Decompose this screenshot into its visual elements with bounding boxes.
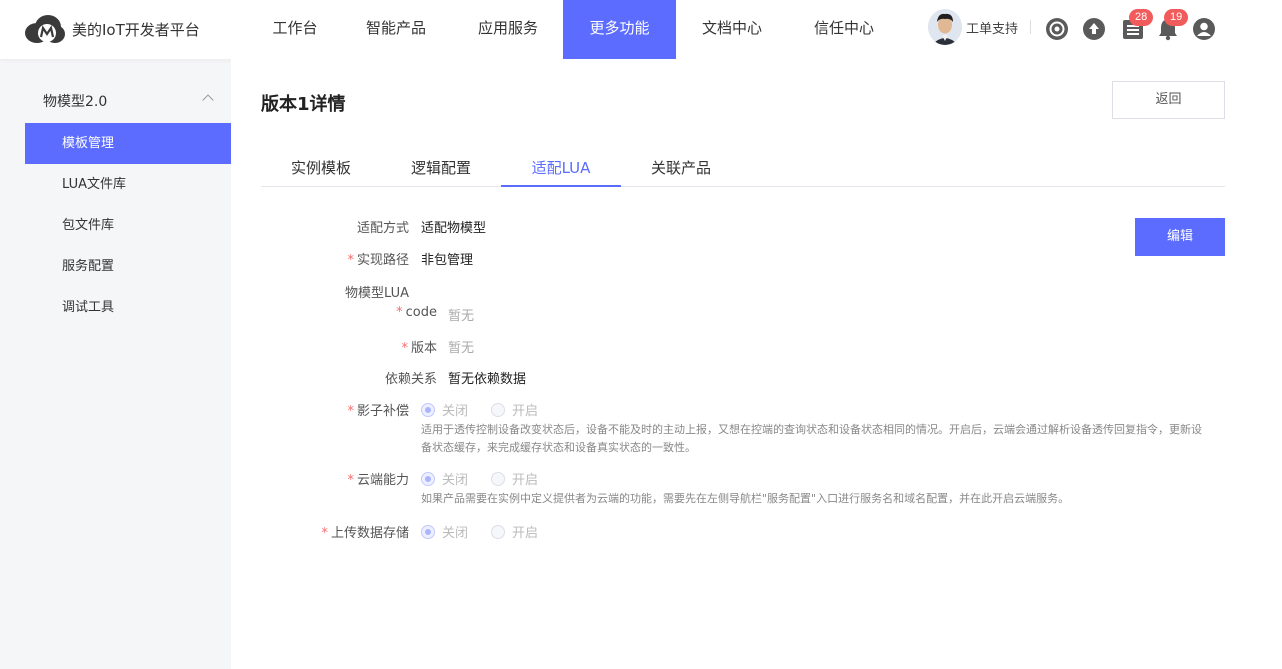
- main-content: 版本1详情 返回 实例模板 逻辑配置 适配LUA 关联产品 编辑 适配方式 适配…: [231, 59, 1282, 669]
- sidebar-item-lua-library[interactable]: LUA文件库: [25, 164, 231, 205]
- notifications-badge: 19: [1164, 9, 1189, 26]
- field-code: * code 暂无: [231, 305, 1131, 324]
- shadow-hint-line-1: 适用于透传控制设备改变状态后，设备不能及时的主动上报，又想在控端的查询状态和设备…: [421, 423, 1202, 436]
- shadow-label: * 影子补偿: [347, 404, 409, 419]
- dependency-value: 暂无依赖数据: [448, 372, 527, 387]
- upload-on-label: 开启: [512, 526, 539, 541]
- shadow-on-radio[interactable]: 开启: [491, 400, 538, 419]
- cloud-label: * 云端能力: [347, 473, 409, 488]
- cloud-on-radio[interactable]: 开启: [491, 469, 538, 488]
- edit-button[interactable]: 编辑: [1135, 218, 1225, 256]
- cloud-hint: 如果产品需要在实例中定义提供者为云端的功能，需要先在左侧导航栏"服务配置"入口进…: [421, 492, 1070, 505]
- nav-app-services[interactable]: 应用服务: [453, 0, 563, 59]
- cloud-off-radio[interactable]: 关闭: [421, 469, 468, 488]
- divider: [1030, 20, 1032, 34]
- nav-trust-center[interactable]: 信任中心: [788, 0, 900, 59]
- support-label: 工单支持: [966, 21, 1019, 37]
- platform-logo[interactable]: 美的IoT开发者平台: [24, 12, 200, 46]
- tab-instance-template[interactable]: 实例模板: [261, 154, 381, 187]
- adapt-mode-label: 适配方式: [356, 221, 409, 236]
- tab-adapt-lua[interactable]: 适配LUA: [501, 154, 621, 187]
- version-label: * 版本: [401, 341, 437, 356]
- version-value: 暂无: [448, 341, 475, 356]
- shadow-off-label: 关闭: [442, 404, 469, 419]
- radio-checked-icon: [421, 471, 435, 486]
- detail-tabs: 实例模板 逻辑配置 适配LUA 关联产品: [261, 154, 1225, 187]
- field-impl-path: * 实现路径 非包管理: [231, 249, 1131, 268]
- sidebar-group-label: 物模型2.0: [43, 94, 108, 110]
- sidebar: 物模型2.0 模板管理 LUA文件库 包文件库 服务配置 调试工具: [25, 81, 231, 669]
- impl-path-label: * 实现路径: [347, 253, 409, 268]
- nav-workbench[interactable]: 工作台: [251, 0, 339, 59]
- field-adapt-mode: 适配方式 适配物模型: [231, 217, 1131, 236]
- upload-on-radio[interactable]: 开启: [491, 522, 538, 541]
- dependency-label: 依赖关系: [384, 372, 437, 387]
- radio-unchecked-icon: [491, 402, 505, 417]
- upload-off-label: 关闭: [442, 526, 469, 541]
- field-version: * 版本 暂无: [231, 337, 1131, 356]
- lua-section: 物模型LUA: [231, 282, 1131, 301]
- cloud-logo-icon: [24, 12, 66, 46]
- top-navigation-bar: 美的IoT开发者平台 工作台 智能产品 应用服务 更多功能 文档中心 信任中心 …: [0, 0, 1282, 59]
- main-nav: 工作台 智能产品 应用服务 更多功能 文档中心 信任中心: [251, 0, 900, 59]
- chevron-up-icon: [202, 94, 214, 106]
- bell-icon[interactable]: 19: [1156, 9, 1189, 41]
- radio-checked-icon: [421, 524, 435, 539]
- cloud-off-label: 关闭: [442, 473, 469, 488]
- nav-docs-center[interactable]: 文档中心: [676, 0, 788, 59]
- upload-off-radio[interactable]: 关闭: [421, 522, 468, 541]
- task-list-icon[interactable]: 28: [1121, 9, 1154, 41]
- shadow-off-radio[interactable]: 关闭: [421, 400, 468, 419]
- nav-more-features[interactable]: 更多功能: [563, 0, 676, 59]
- shadow-on-label: 开启: [512, 404, 539, 419]
- lua-section-label: 物模型LUA: [344, 286, 409, 301]
- user-support[interactable]: 工单支持: [928, 9, 1032, 45]
- upload-icon[interactable]: [1082, 17, 1106, 41]
- target-icon[interactable]: [1045, 17, 1069, 41]
- shadow-hint-line-2: 备状态缓存，来完成缓存状态和设备真实状态的一致性。: [421, 441, 696, 454]
- tab-logic-config[interactable]: 逻辑配置: [381, 154, 501, 187]
- code-label: * code: [396, 305, 437, 320]
- field-dependency: 依赖关系 暂无依赖数据: [231, 368, 1131, 387]
- field-shadow-compensation: * 影子补偿 关闭 开启 适用于透传控制设备改变状态后，设备不能及时的主动上报，又…: [231, 400, 1231, 460]
- page-title: 版本1详情: [261, 94, 346, 115]
- field-cloud-capability: * 云端能力 关闭 开启 如果产品需要在实例中定义提供者为云端的功能，需要先在左侧…: [231, 469, 1231, 511]
- radio-unchecked-icon: [491, 471, 505, 486]
- shadow-hint: 适用于透传控制设备改变状态后，设备不能及时的主动上报，又想在控端的查询状态和设备…: [421, 421, 1202, 457]
- sidebar-item-debug-tools[interactable]: 调试工具: [25, 287, 231, 328]
- platform-name: 美的IoT开发者平台: [72, 20, 200, 39]
- nav-smart-products[interactable]: 智能产品: [339, 0, 453, 59]
- radio-checked-icon: [421, 402, 435, 417]
- cloud-on-label: 开启: [512, 473, 539, 488]
- sidebar-item-template-management[interactable]: 模板管理: [25, 123, 231, 164]
- user-avatar: [928, 9, 962, 45]
- tasks-badge: 28: [1129, 9, 1154, 26]
- sidebar-item-package-library[interactable]: 包文件库: [25, 205, 231, 246]
- sidebar-group-thing-model[interactable]: 物模型2.0: [25, 81, 231, 123]
- adapt-mode-value: 适配物模型: [421, 221, 487, 236]
- tab-related-products[interactable]: 关联产品: [621, 154, 741, 187]
- code-value: 暂无: [448, 309, 475, 324]
- radio-unchecked-icon: [491, 524, 505, 539]
- field-upload-storage: * 上传数据存储 关闭 开启: [231, 522, 1131, 542]
- back-button[interactable]: 返回: [1112, 81, 1225, 119]
- impl-path-value: 非包管理: [421, 253, 474, 268]
- upload-label: * 上传数据存储: [321, 526, 409, 541]
- user-profile-icon[interactable]: [1192, 17, 1216, 41]
- sidebar-item-service-config[interactable]: 服务配置: [25, 246, 231, 287]
